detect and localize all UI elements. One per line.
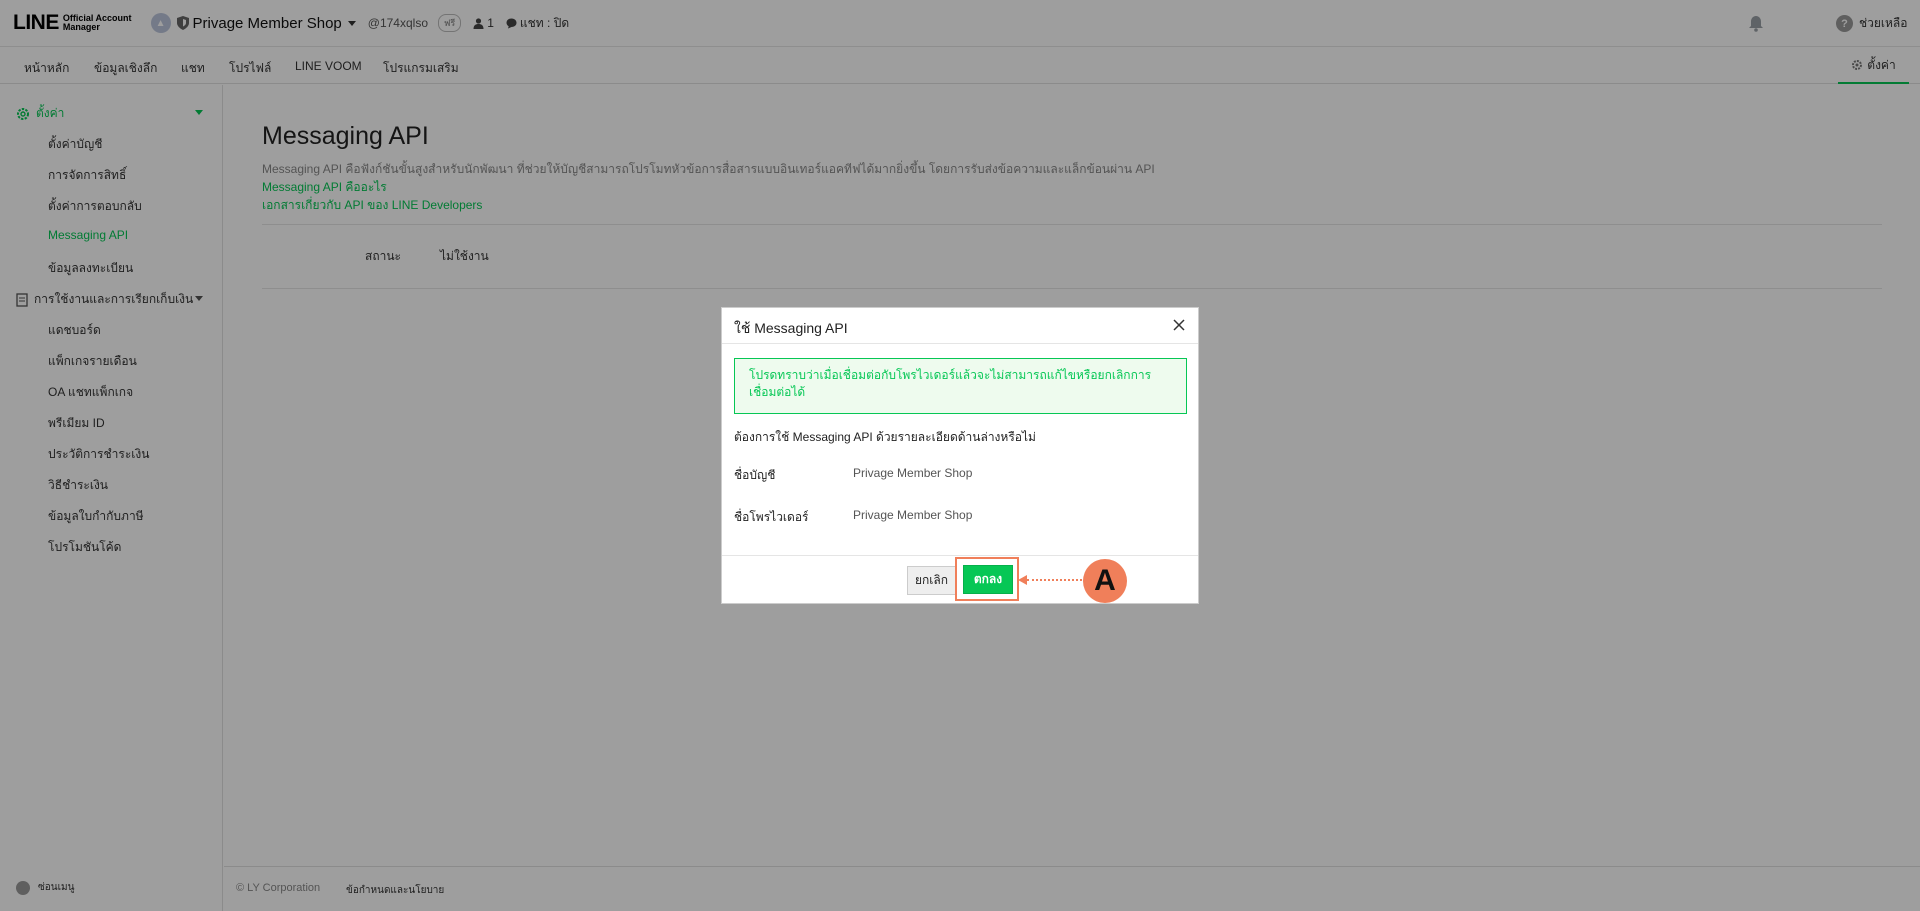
confirm-question: ต้องการใช้ Messaging API ด้วยรายละเอียดด…: [734, 430, 1036, 444]
warning-notice: โปรดทราบว่าเมื่อเชื่อมต่อกับโพรไวเดอร์แล…: [734, 358, 1187, 414]
dialog-header: ใช้ Messaging API: [722, 308, 1198, 344]
account-name-value: Privage Member Shop: [853, 466, 973, 480]
cancel-button[interactable]: ยกเลิก: [907, 566, 956, 595]
use-messaging-api-dialog: ใช้ Messaging API โปรดทราบว่าเมื่อเชื่อม…: [721, 307, 1199, 604]
close-icon[interactable]: [1172, 318, 1186, 332]
provider-name-label: ชื่อโพรไวเดอร์: [734, 510, 809, 524]
annotation-badge: A: [1083, 559, 1127, 603]
account-name-label: ชื่อบัญชี: [734, 468, 776, 482]
ok-button-highlight: ตกลง: [955, 557, 1019, 601]
divider: [722, 555, 1198, 556]
ok-button[interactable]: ตกลง: [963, 565, 1013, 594]
annotation-arrowhead: [1018, 575, 1027, 585]
dialog-title: ใช้ Messaging API: [734, 320, 848, 336]
annotation-arrow-line: [1027, 579, 1082, 581]
provider-name-value: Privage Member Shop: [853, 508, 973, 522]
